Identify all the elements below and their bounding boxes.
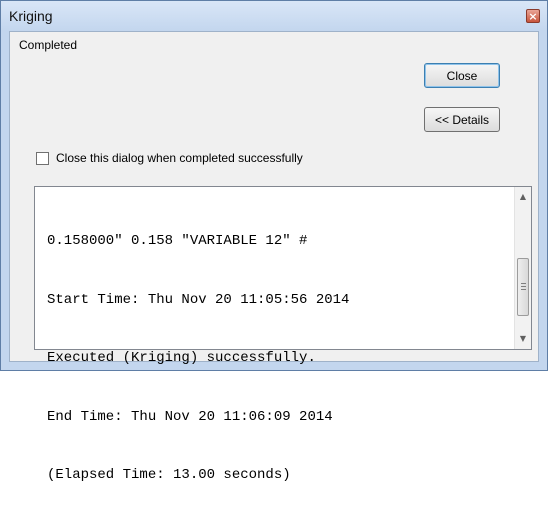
log-line: Start Time: Thu Nov 20 11:05:56 2014 bbox=[47, 291, 350, 308]
grip-line bbox=[521, 286, 526, 287]
window-title: Kriging bbox=[9, 8, 53, 24]
log-line: Executed (Kriging) successfully. bbox=[47, 350, 316, 366]
close-on-success-label[interactable]: Close this dialog when completed success… bbox=[56, 151, 303, 165]
log-line: End Time: Thu Nov 20 11:06:09 2014 bbox=[47, 408, 333, 425]
message-log[interactable]: 0.158000" 0.158 "VARIABLE 12" # Start Ti… bbox=[34, 186, 532, 483]
vertical-scrollbar[interactable]: ▲ ▼ bbox=[514, 187, 531, 349]
status-text: Completed bbox=[19, 38, 78, 52]
grip-line bbox=[521, 289, 526, 290]
scroll-thumb[interactable] bbox=[517, 258, 529, 316]
scroll-down-icon[interactable]: ▼ bbox=[515, 331, 531, 347]
details-button[interactable]: << Details bbox=[424, 107, 500, 132]
close-window-icon[interactable]: × bbox=[526, 9, 540, 23]
log-line: 0.158000" 0.158 "VARIABLE 12" # bbox=[47, 233, 308, 249]
kriging-dialog: Kriging × Completed Close << Details Clo… bbox=[0, 0, 548, 483]
log-lines: 0.158000" 0.158 "VARIABLE 12" # Start Ti… bbox=[47, 193, 349, 525]
close-on-success-checkbox[interactable] bbox=[36, 152, 49, 165]
grip-line bbox=[521, 283, 526, 284]
close-button[interactable]: Close bbox=[424, 63, 500, 88]
scroll-up-icon[interactable]: ▲ bbox=[515, 189, 531, 205]
title-bar[interactable]: Kriging × bbox=[1, 1, 547, 31]
log-line: (Elapsed Time: 13.00 seconds) bbox=[47, 467, 291, 483]
